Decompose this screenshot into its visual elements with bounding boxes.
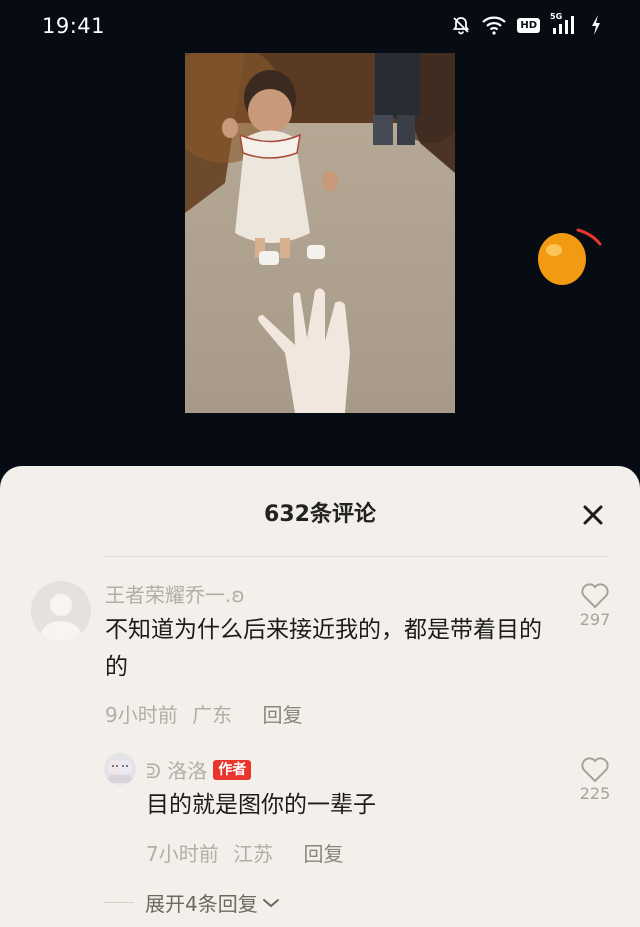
comments-count-title: 632条评论 [264, 502, 376, 527]
comment-username[interactable]: 王者荣耀乔一.ʚ [105, 579, 245, 608]
wifi-icon [482, 16, 507, 35]
video-player[interactable] [185, 53, 455, 413]
reply-button[interactable]: 回复 [303, 842, 343, 866]
divider [104, 556, 608, 557]
reply-header: ᕲ 洛洛 作者 [146, 755, 252, 784]
reply-text: 目的就是图你的一辈子 [146, 792, 376, 818]
reply-time: 7小时前 [146, 842, 219, 866]
avatar[interactable] [31, 581, 91, 641]
balloon-icon[interactable] [532, 222, 604, 288]
comments-panel: 632条评论 王者荣耀乔一.ʚ 不知道为什么后来接近我的，都是带着目的的 9小时… [0, 466, 640, 927]
reply-username[interactable]: ᕲ 洛洛 [146, 755, 207, 784]
comment-meta: 9小时前 广东 回复 [105, 699, 302, 728]
heart-icon[interactable] [580, 756, 610, 784]
status-icons: HD 5G [451, 12, 602, 36]
like-count: 225 [579, 784, 611, 803]
comment-text: 不知道为什么后来接近我的，都是带着目的的 [105, 617, 542, 680]
expand-replies-button[interactable]: 展开4条回复 [145, 888, 280, 917]
comment-location: 广东 [192, 703, 233, 727]
battery-charging-icon [592, 15, 600, 35]
close-icon[interactable] [578, 500, 608, 530]
reply-button[interactable]: 回复 [262, 703, 302, 727]
status-time: 19:41 [42, 14, 106, 38]
like-button[interactable]: 225 [565, 756, 625, 803]
like-button[interactable]: 297 [565, 582, 625, 629]
heart-icon[interactable] [580, 582, 610, 610]
expand-replies-label: 展开4条回复 [145, 892, 258, 916]
reply-location: 江苏 [233, 842, 274, 866]
reply-meta: 7小时前 江苏 回复 [146, 838, 343, 867]
hd-icon: HD [517, 17, 540, 33]
bell-mute-icon [453, 17, 470, 35]
divider [104, 902, 134, 903]
author-badge: 作者 [213, 759, 252, 780]
avatar[interactable] [104, 753, 136, 785]
comment-time: 9小时前 [105, 703, 178, 727]
status-bar: 19:41 HD 5G [0, 0, 640, 56]
video-frame-image [185, 53, 455, 413]
like-count: 297 [579, 610, 611, 629]
chevron-down-icon [262, 898, 279, 907]
signal-icon: 5G [550, 12, 580, 36]
